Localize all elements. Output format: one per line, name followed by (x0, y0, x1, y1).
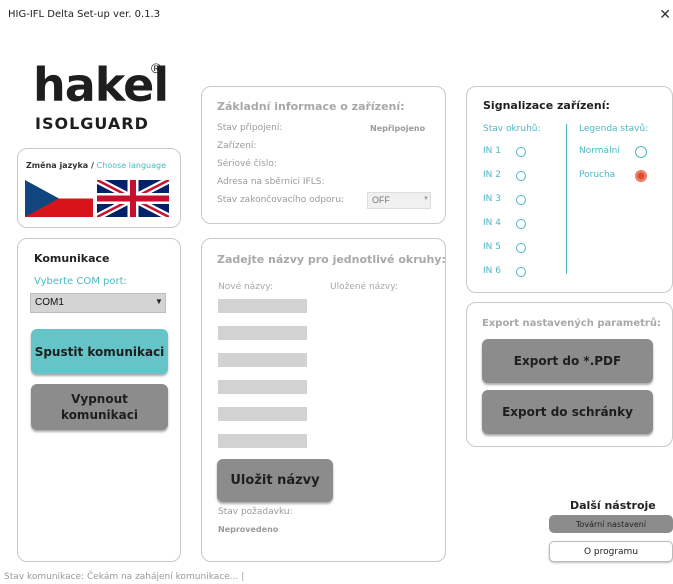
input-led-3 (516, 195, 526, 205)
device-label: Zařízení: (217, 141, 257, 151)
legend-fault-led (635, 170, 647, 182)
about-button[interactable]: O programu (549, 541, 673, 562)
start-communication-button[interactable]: Spustit komunikaci (31, 329, 168, 374)
uk-flag-icon[interactable] (97, 180, 169, 217)
com-port-prompt: Vyberte COM port: (34, 276, 127, 287)
serial-number-label: Sériové číslo: (217, 159, 277, 169)
input-label-2: IN 2 (483, 170, 501, 180)
factory-settings-button[interactable]: Tovární nastavení (549, 515, 673, 533)
export-clipboard-button[interactable]: Export do schránky (482, 390, 653, 434)
connection-state-label: Stav připojení: (217, 123, 283, 133)
request-state-value: Neprovedeno (218, 525, 279, 534)
legend-normal-label: Normální (579, 146, 620, 156)
input-led-6 (516, 267, 526, 277)
communication-title: Komunikace (34, 252, 110, 265)
legend-label: Legenda stavů: (579, 124, 649, 134)
new-names-label: Nové názvy: (218, 282, 273, 292)
circuit-name-input-3[interactable] (218, 353, 307, 367)
stop-communication-button[interactable]: Vypnout komunikaci (31, 384, 168, 430)
hakel-logo: hakel (33, 58, 169, 112)
czech-flag-icon[interactable] (25, 180, 93, 217)
export-title: Export nastavených parametrů: (482, 318, 661, 329)
chevron-down-icon[interactable]: ▼ (155, 297, 163, 306)
circuit-name-input-1[interactable] (218, 299, 307, 313)
circuit-name-input-6[interactable] (218, 434, 307, 448)
input-led-2 (516, 171, 526, 181)
choose-language-label: Choose language (96, 161, 166, 170)
ifls-address-label: Adresa na sběrnici IFLS: (217, 177, 325, 187)
connection-state-value: Nepřipojeno (370, 124, 426, 133)
input-led-4 (516, 219, 526, 229)
input-label-4: IN 4 (483, 218, 501, 228)
status-bar: Stav komunikace: Čekám na zahájení komun… (4, 572, 245, 582)
circuit-name-input-2[interactable] (218, 326, 307, 340)
circuit-names-title: Zadejte názvy pro jednotlivé okruhy: (217, 253, 446, 266)
signals-title: Signalizace zařízení: (483, 99, 610, 112)
input-label-6: IN 6 (483, 266, 501, 276)
stop-button-line1: Vypnout (71, 392, 128, 406)
input-label-5: IN 5 (483, 242, 501, 252)
input-led-5 (516, 243, 526, 253)
terminator-select[interactable]: OFF (367, 192, 431, 209)
registered-mark: ® (151, 60, 162, 76)
stop-button-line2: komunikaci (61, 408, 138, 422)
input-label-3: IN 3 (483, 194, 501, 204)
circuit-name-input-5[interactable] (218, 407, 307, 421)
signals-divider (566, 124, 567, 274)
title-bar: HIG-IFL Delta Set-up ver. 0.1.3 ✕ (0, 0, 673, 26)
circuit-name-input-4[interactable] (218, 380, 307, 394)
input-led-1 (516, 147, 526, 157)
language-label-cz: Změna jazyka / (26, 161, 97, 170)
saved-names-label: Uložené názvy: (330, 282, 398, 292)
input-label-1: IN 1 (483, 146, 501, 156)
device-info-title: Základní informace o zařízení: (217, 100, 405, 113)
isolguard-logo: ISOLGUARD (35, 114, 149, 133)
tools-title: Další nástroje (570, 499, 656, 512)
save-names-button[interactable]: Uložit názvy (217, 459, 333, 502)
terminator-state-label: Stav zakončovacího odporu: (217, 195, 344, 205)
language-label: Změna jazyka / Choose language (26, 161, 166, 170)
circuits-state-label: Stav okruhů: (483, 124, 541, 134)
legend-normal-led (635, 146, 647, 158)
legend-fault-label: Porucha (579, 170, 616, 180)
chevron-down-icon[interactable]: ▼ (423, 196, 429, 202)
close-icon[interactable]: ✕ (659, 6, 671, 23)
export-pdf-button[interactable]: Export do *.PDF (482, 339, 653, 383)
signals-panel (466, 86, 673, 293)
window-title: HIG-IFL Delta Set-up ver. 0.1.3 (8, 9, 161, 20)
request-state-label: Stav požadavku: (218, 507, 293, 517)
com-port-select[interactable]: COM1 (30, 293, 166, 313)
